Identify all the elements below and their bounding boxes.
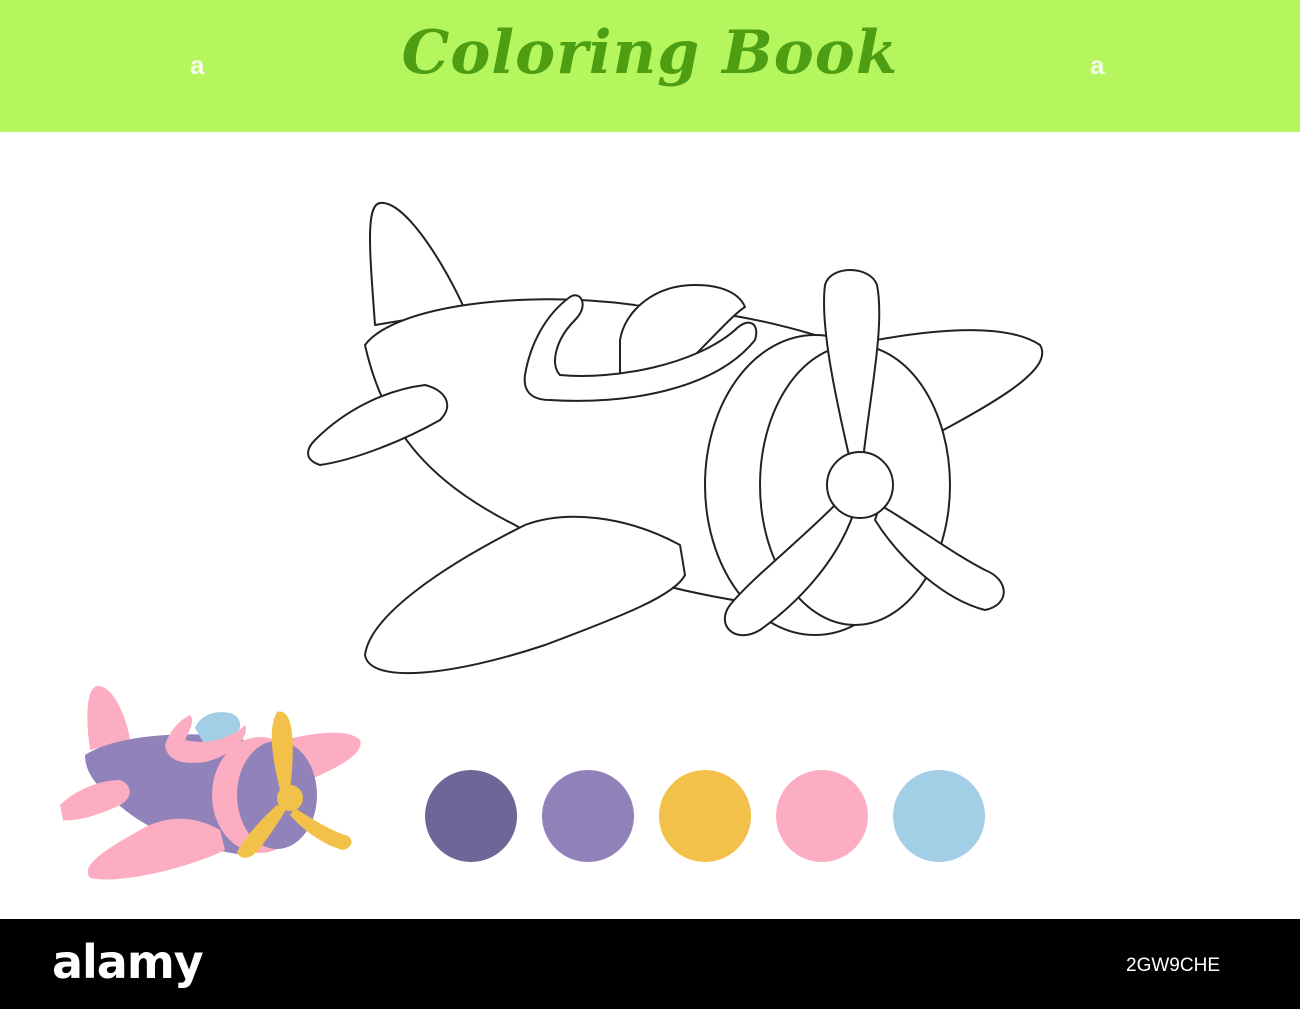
page-title: Coloring Book — [401, 18, 899, 88]
stock-footer: alamy 2GW9CHE — [0, 919, 1300, 1009]
watermark-right: a — [1090, 50, 1105, 80]
airplane-color-icon — [60, 685, 361, 880]
swatch-pink — [776, 770, 868, 862]
swatch-lavender — [542, 770, 634, 862]
image-id: 2GW9CHE — [1126, 955, 1220, 976]
swatch-yellow — [659, 770, 751, 862]
swatch-dark-purple — [425, 770, 517, 862]
airplane-outline-icon — [307, 201, 1044, 675]
swatch-light-blue — [893, 770, 985, 862]
brand-logo: alamy — [52, 935, 204, 989]
color-palette — [425, 770, 985, 862]
title-banner: a Coloring Book a — [0, 0, 1300, 132]
